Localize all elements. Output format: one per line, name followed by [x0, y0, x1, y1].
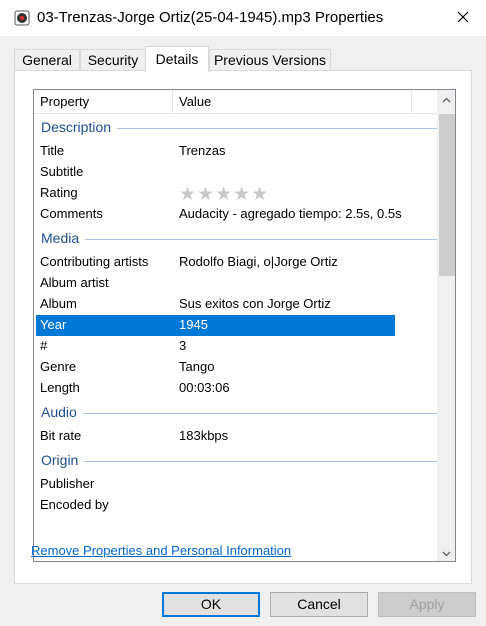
tab-details[interactable]: Details	[145, 46, 209, 72]
property-name: Album artist	[40, 275, 109, 290]
property-name: Album	[40, 296, 77, 311]
rating-stars-icon[interactable]: ★★★★★	[179, 183, 269, 206]
row-publisher[interactable]: Publisher	[34, 474, 438, 495]
property-name: Contributing artists	[40, 254, 149, 269]
remove-properties-link[interactable]: Remove Properties and Personal Informati…	[31, 543, 291, 558]
vertical-scrollbar[interactable]	[437, 90, 455, 561]
dialog-body: General Security Details Previous Versio…	[0, 36, 486, 626]
group-label: Media	[41, 230, 86, 246]
scrollbar-thumb[interactable]	[439, 114, 455, 276]
property-rows: Description Title Trenzas Subtitle Ratin…	[34, 114, 438, 516]
scroll-down-button[interactable]	[438, 544, 455, 561]
property-name: Subtitle	[40, 164, 84, 179]
row-track-number[interactable]: # 3	[34, 336, 438, 357]
group-label: Audio	[41, 404, 83, 420]
group-description: Description	[34, 114, 438, 141]
property-name: Rating	[40, 185, 78, 200]
row-comments[interactable]: Comments Audacity - agregado tiempo: 2.5…	[34, 204, 438, 225]
property-name: Comments	[40, 206, 103, 221]
property-value: Rodolfo Biagi, o|Jorge Ortiz	[179, 254, 338, 269]
property-name: Year	[40, 317, 67, 332]
property-value: Audacity - agregado tiempo: 2.5s, 0.5s	[179, 206, 402, 221]
property-value: 3	[179, 338, 187, 353]
property-value: 00:03:06	[179, 380, 230, 395]
property-name: Bit rate	[40, 428, 82, 443]
property-value: Tango	[179, 359, 215, 374]
group-label: Description	[41, 119, 118, 135]
row-rating[interactable]: Rating ★★★★★	[34, 183, 438, 206]
chevron-down-icon	[442, 545, 451, 560]
property-value: 1945	[179, 317, 208, 332]
column-header-property[interactable]: Property	[34, 90, 173, 114]
tab-previous-versions[interactable]: Previous Versions	[209, 49, 331, 71]
row-subtitle[interactable]: Subtitle	[34, 162, 438, 183]
property-value: 183kbps	[179, 428, 229, 443]
cancel-button[interactable]: Cancel	[270, 592, 368, 617]
row-title[interactable]: Title Trenzas	[34, 141, 438, 162]
properties-list[interactable]: Property Value Description Title Trenzas…	[33, 89, 456, 562]
row-album[interactable]: Album Sus exitos con Jorge Ortiz	[34, 294, 438, 315]
group-media: Media	[34, 225, 438, 252]
property-name: Length	[40, 380, 80, 395]
row-year-selected[interactable]: Year 1945	[36, 315, 395, 336]
property-name: Title	[40, 143, 65, 158]
scroll-up-button[interactable]	[438, 90, 455, 107]
chevron-up-icon	[442, 91, 451, 106]
row-contributing-artists[interactable]: Contributing artists Rodolfo Biagi, o|Jo…	[34, 252, 438, 273]
group-divider	[41, 413, 438, 414]
group-divider	[41, 239, 438, 240]
tab-general[interactable]: General	[14, 49, 80, 71]
row-encoded-by[interactable]: Encoded by	[34, 495, 438, 516]
column-header-value[interactable]: Value	[173, 90, 412, 114]
title-bar: 03-Trenzas-Jorge Ortiz(25-04-1945).mp3 P…	[0, 0, 486, 36]
group-label: Origin	[41, 452, 85, 468]
row-genre[interactable]: Genre Tango	[34, 357, 438, 378]
row-album-artist[interactable]: Album artist	[34, 273, 438, 294]
group-divider	[41, 461, 438, 462]
close-button[interactable]	[440, 0, 486, 36]
row-length[interactable]: Length 00:03:06	[34, 378, 438, 399]
property-name: #	[40, 338, 48, 353]
details-panel: Property Value Description Title Trenzas…	[14, 70, 472, 584]
list-header: Property Value	[34, 90, 438, 114]
group-origin: Origin	[34, 447, 438, 474]
ok-button[interactable]: OK	[162, 592, 260, 617]
property-name: Genre	[40, 359, 77, 374]
group-audio: Audio	[34, 399, 438, 426]
property-name: Encoded by	[40, 497, 109, 512]
audio-file-icon	[14, 10, 30, 26]
apply-button[interactable]: Apply	[378, 592, 476, 617]
close-icon	[457, 11, 469, 26]
row-bit-rate[interactable]: Bit rate 183kbps	[34, 426, 438, 447]
property-name: Publisher	[40, 476, 95, 491]
property-value: Trenzas	[179, 143, 226, 158]
tab-security[interactable]: Security	[80, 49, 146, 71]
window-title: 03-Trenzas-Jorge Ortiz(25-04-1945).mp3 P…	[37, 9, 384, 26]
property-value: Sus exitos con Jorge Ortiz	[179, 296, 331, 311]
